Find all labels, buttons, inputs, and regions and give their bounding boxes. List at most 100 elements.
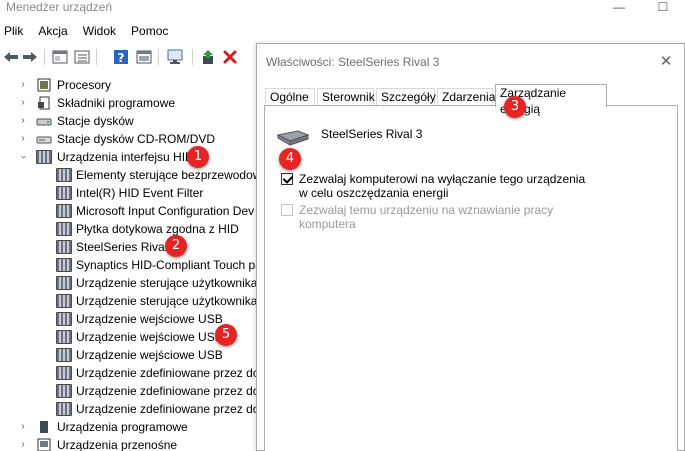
tree-label: Elementy sterujące bezprzewodow — [76, 168, 260, 182]
menu-help[interactable]: Pomoc — [127, 21, 172, 41]
allow-power-off-label: Zezwalaj komputerowi na wyłączanie tego … — [299, 172, 586, 200]
tree-label: Intel(R) HID Event Filter — [76, 186, 204, 200]
tree-label: Procesory — [57, 78, 112, 92]
step-badge-5: 5 — [215, 324, 237, 346]
title-bar: Menedżer urządzeń — ☐ — [0, 0, 685, 17]
show-list-icon[interactable] — [73, 48, 91, 66]
hid-device-icon — [36, 150, 52, 164]
update-driver-icon[interactable] — [199, 48, 217, 66]
tab-events[interactable]: Zdarzenia — [437, 88, 495, 106]
hid-device-icon — [56, 348, 72, 362]
hid-device-icon — [56, 258, 72, 272]
tree-label: Urządzenia interfejsu HID — [57, 150, 194, 164]
dialog-title: Właściwości: SteelSeries Rival 3 — [266, 55, 440, 69]
forward-arrow-icon[interactable] — [21, 48, 39, 66]
tree-label: Płytka dotykowa zgodna z HID — [76, 222, 239, 236]
mouse-device-icon — [276, 125, 310, 147]
tree-item[interactable]: Synaptics HID-Compliant Touch pa — [0, 256, 260, 274]
tree-item[interactable]: Urządzenie sterujące użytkownika z — [0, 292, 260, 310]
tree-item[interactable]: Elementy sterujące bezprzewodow — [0, 166, 260, 184]
hid-device-icon — [56, 330, 72, 344]
allow-power-off-checkbox[interactable] — [281, 173, 293, 185]
tree-item[interactable]: Urządzenie zdefiniowane przez dos — [0, 364, 260, 382]
tree-category-cd-dvd[interactable]: › Stacje dysków CD-ROM/DVD — [0, 130, 260, 148]
uninstall-x-icon[interactable] — [221, 48, 239, 66]
tree-label: Urządzenie zdefiniowane przez dos — [76, 366, 260, 380]
tab-details[interactable]: Szczegóły — [376, 88, 436, 106]
tree-item[interactable]: Urządzenie zdefiniowane przez dos — [0, 382, 260, 400]
svg-text:?: ? — [118, 51, 125, 65]
tree-category-software-devices[interactable]: › Urządzenia programowe — [0, 418, 260, 436]
minimize-button[interactable]: — — [597, 0, 641, 17]
chevron-right-icon[interactable]: › — [18, 418, 28, 436]
hid-device-icon — [56, 240, 72, 254]
hid-device-icon — [56, 276, 72, 290]
tree-item[interactable]: Urządzenie zdefiniowane przez dos — [0, 400, 260, 418]
tree-item[interactable]: Urządzenie sterujące użytkownika z — [0, 274, 260, 292]
tree-label: Stacje dysków CD-ROM/DVD — [57, 132, 216, 146]
step-badge-1: 1 — [187, 146, 209, 168]
tree-category-processors[interactable]: › Procesory — [0, 76, 260, 94]
maximize-button[interactable]: ☐ — [641, 0, 685, 17]
window-title: Menedżer urządzeń — [6, 0, 113, 14]
chevron-right-icon[interactable]: › — [18, 76, 28, 94]
menu-view[interactable]: Widok — [79, 21, 120, 41]
back-arrow-icon[interactable] — [2, 48, 20, 66]
power-management-panel: SteelSeries Rival 3 Zezwalaj komputerowi… — [264, 105, 678, 451]
disk-drive-icon — [36, 114, 52, 128]
chevron-down-icon[interactable]: › — [14, 152, 32, 162]
hid-device-icon — [56, 204, 72, 218]
chevron-right-icon[interactable]: › — [18, 436, 28, 451]
tree-label: Stacje dysków — [57, 114, 134, 128]
tree-item[interactable]: Urządzenie wejściowe USB — [0, 346, 260, 364]
step-badge-2: 2 — [165, 235, 187, 257]
tree-label: Składniki programowe — [57, 96, 176, 110]
tree-label: Urządzenie zdefiniowane przez dos — [76, 384, 260, 398]
tab-driver[interactable]: Sterownik — [317, 88, 375, 106]
hid-device-icon — [56, 384, 72, 398]
hid-device-icon — [56, 222, 72, 236]
properties-window-icon[interactable] — [51, 48, 69, 66]
tree-label: Urządzenie wejściowe USB — [76, 330, 223, 344]
tab-strip: Ogólne Sterownik Szczegóły Zdarzenia Zar… — [264, 84, 678, 116]
device-tree: › Procesory › Składniki programowe › Sta… — [0, 76, 260, 451]
tree-category-hid[interactable]: › Urządzenia interfejsu HID — [0, 148, 260, 166]
close-icon[interactable]: ✕ — [656, 52, 676, 72]
tree-label: Urządzenie wejściowe USB — [76, 348, 223, 362]
hid-device-icon — [56, 402, 72, 416]
hid-device-icon — [56, 294, 72, 308]
tree-item[interactable]: Microsoft Input Configuration Dev — [0, 202, 260, 220]
resources-icon[interactable] — [135, 48, 153, 66]
chevron-right-icon[interactable]: › — [18, 130, 28, 148]
hid-device-icon — [56, 186, 72, 200]
tree-label: Urządzenie sterujące użytkownika z — [76, 276, 260, 290]
step-badge-3: 3 — [504, 96, 526, 118]
software-device-icon — [36, 420, 52, 434]
tree-label: Urządzenie wejściowe USB — [76, 312, 223, 326]
tree-category-disk-drives[interactable]: › Stacje dysków — [0, 112, 260, 130]
hid-device-icon — [56, 366, 72, 380]
tree-label: Urządzenia przenośne — [57, 438, 178, 451]
tree-item-steelseries-rival-3[interactable]: SteelSeries Rival 3 — [0, 238, 260, 256]
help-icon[interactable]: ? — [112, 48, 130, 66]
allow-wake-label: Zezwalaj temu urządzeniu na wznawianie p… — [299, 203, 554, 231]
tab-general[interactable]: Ogólne — [265, 88, 315, 106]
software-component-icon — [36, 96, 52, 110]
tree-label: Urządzenie zdefiniowane przez dos — [76, 402, 260, 416]
tree-category-portable-devices[interactable]: › Urządzenia przenośne — [0, 436, 260, 451]
tree-item[interactable]: Płytka dotykowa zgodna z HID — [0, 220, 260, 238]
properties-dialog: Właściwości: SteelSeries Rival 3 ✕ Ogóln… — [256, 43, 685, 451]
scan-hardware-icon[interactable] — [166, 48, 184, 66]
tree-item[interactable]: Intel(R) HID Event Filter — [0, 184, 260, 202]
hid-device-icon — [56, 168, 72, 182]
portable-device-icon — [36, 438, 52, 451]
menu-action[interactable]: Akcja — [34, 21, 71, 41]
chevron-right-icon[interactable]: › — [18, 112, 28, 130]
tree-category-software-components[interactable]: › Składniki programowe — [0, 94, 260, 112]
tree-label: SteelSeries Rival 3 — [76, 240, 178, 254]
allow-power-off-option[interactable]: Zezwalaj komputerowi na wyłączanie tego … — [281, 172, 601, 202]
chevron-right-icon[interactable]: › — [18, 94, 28, 112]
menu-file[interactable]: Plik — [0, 21, 27, 41]
menu-bar: Plik Akcja Widok Pomoc — [0, 21, 685, 41]
cd-drive-icon — [36, 132, 52, 146]
